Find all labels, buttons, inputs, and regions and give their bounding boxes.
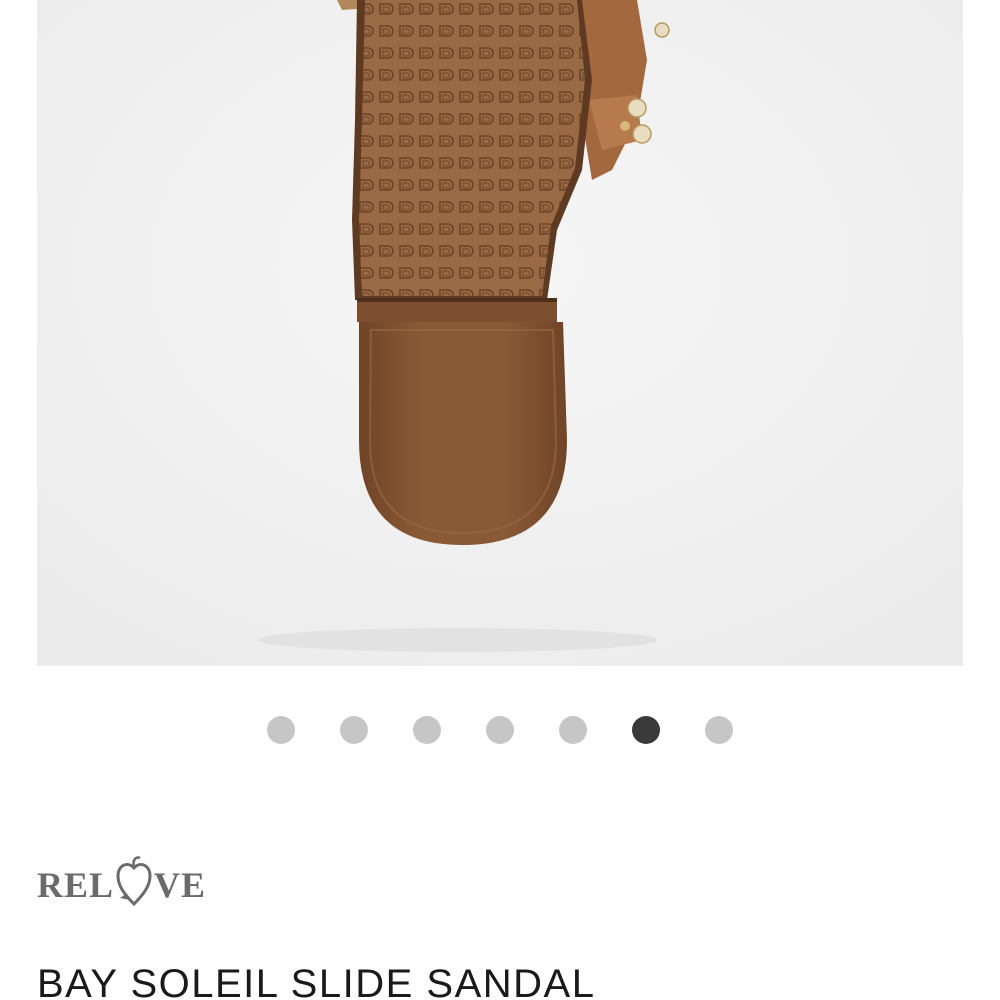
brand-logo-text-right: VE [154, 865, 207, 905]
heart-logo-icon [116, 856, 152, 906]
carousel-dot-5[interactable] [559, 716, 587, 744]
brand-logo[interactable]: REL VE [37, 846, 206, 906]
brand-logo-text-left: REL [37, 865, 115, 905]
carousel-dot-7[interactable] [705, 716, 733, 744]
carousel-dot-2[interactable] [340, 716, 368, 744]
image-carousel-indicators [0, 716, 1000, 744]
product-title: BAY SOLEIL SLIDE SANDAL [37, 962, 596, 1000]
product-page: REL VE BAY SOLEIL SLIDE SANDAL [0, 0, 1000, 1000]
carousel-dot-1[interactable] [267, 716, 295, 744]
product-image[interactable] [37, 0, 963, 666]
carousel-dot-4[interactable] [486, 716, 514, 744]
carousel-dot-6-active[interactable] [632, 716, 660, 744]
carousel-dot-3[interactable] [413, 716, 441, 744]
